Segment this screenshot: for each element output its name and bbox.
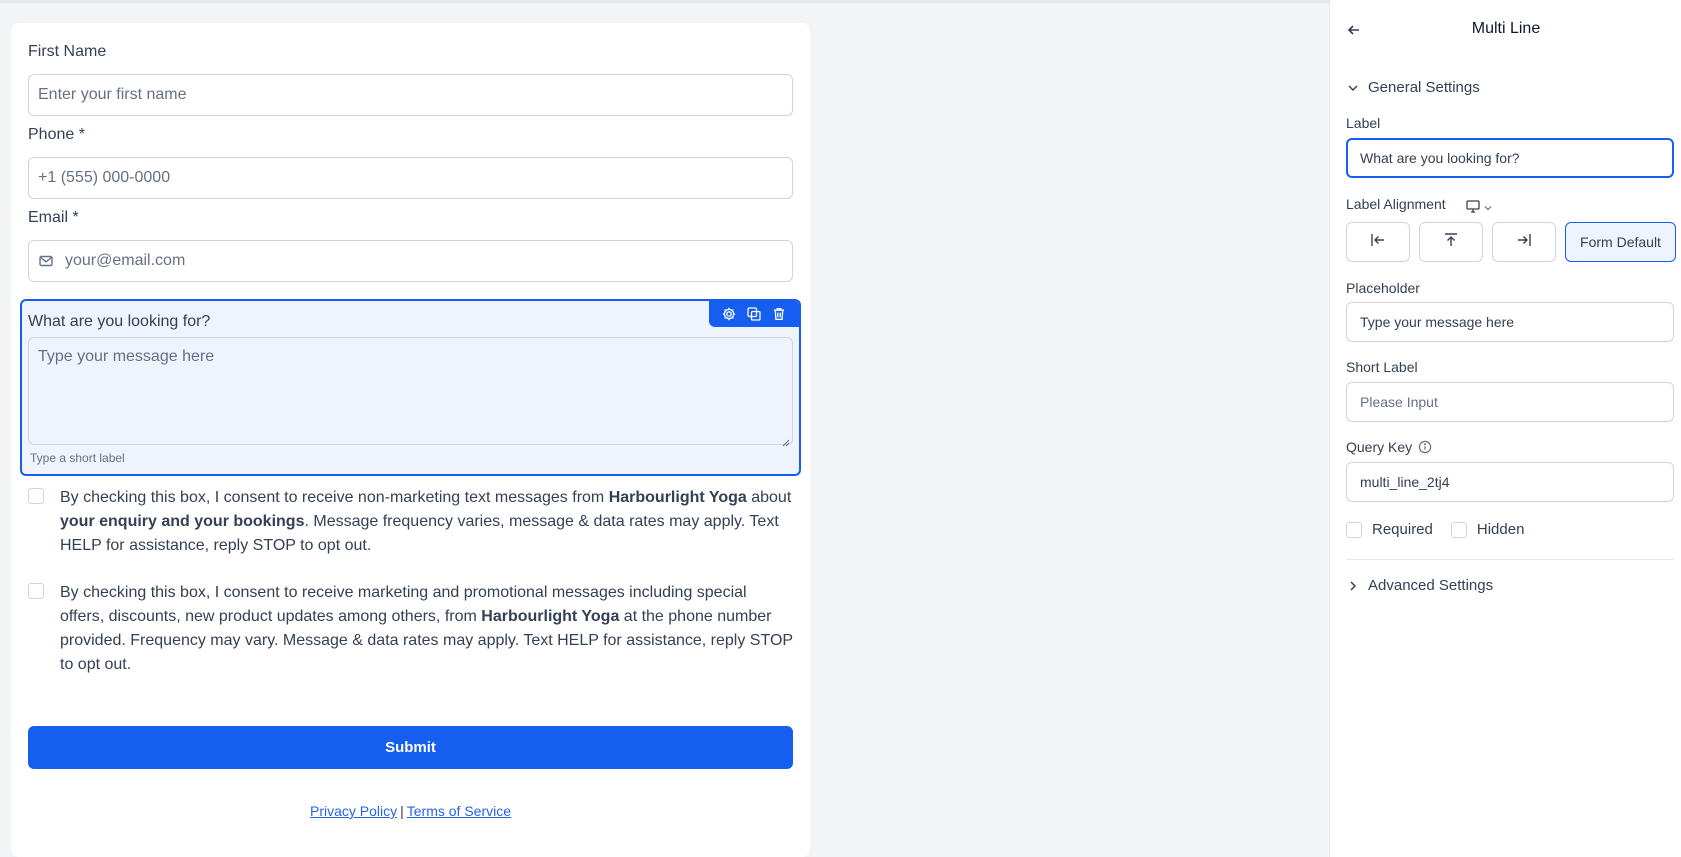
query-key-label: Query Key <box>1346 439 1413 455</box>
placeholder-setting-input[interactable]: Type your message here <box>1346 302 1674 342</box>
align-left-button[interactable] <box>1346 222 1410 262</box>
terms-of-service-link[interactable]: Terms of Service <box>407 803 511 819</box>
consent-marketing: By checking this box, I consent to recei… <box>28 581 793 677</box>
field-toolbar <box>709 301 799 327</box>
duplicate-icon[interactable] <box>746 306 762 322</box>
align-right-icon <box>1515 231 1533 254</box>
privacy-policy-link[interactable]: Privacy Policy <box>310 803 397 819</box>
label-setting-label: Label <box>1346 115 1381 131</box>
footer-links: Privacy Policy | Terms of Service <box>11 803 810 819</box>
panel-title: Multi Line <box>1471 20 1541 37</box>
consent-non-marketing: By checking this box, I consent to recei… <box>28 486 793 558</box>
resize-handle-icon[interactable] <box>782 434 790 447</box>
hidden-checkbox[interactable] <box>1450 521 1467 538</box>
align-right-button[interactable] <box>1492 222 1556 262</box>
align-left-icon <box>1369 231 1387 254</box>
info-icon[interactable] <box>1418 440 1432 454</box>
short-label-hint: Type a short label <box>30 451 125 465</box>
consent-non-marketing-text: By checking this box, I consent to recei… <box>60 489 792 554</box>
query-key-label-row: Query Key <box>1346 439 1432 455</box>
label-setting-value: What are you looking for? <box>1360 150 1520 166</box>
required-option[interactable]: Required <box>1346 521 1433 538</box>
monitor-icon <box>1465 198 1481 219</box>
trash-icon[interactable] <box>771 306 787 322</box>
phone-input[interactable]: +1 (555) 000-0000 <box>28 157 793 199</box>
consent-non-marketing-checkbox[interactable] <box>28 488 44 504</box>
phone-field: Phone * +1 (555) 000-0000 <box>28 126 793 199</box>
multi-line-textarea[interactable]: Type your message here <box>28 337 793 447</box>
hidden-option[interactable]: Hidden <box>1450 521 1525 538</box>
gear-icon[interactable] <box>721 306 737 322</box>
email-input[interactable]: your@email.com <box>28 240 793 282</box>
align-top-button[interactable] <box>1419 222 1483 262</box>
label-alignment-options: Form Default <box>1346 222 1676 262</box>
advanced-settings-label: Advanced Settings <box>1368 577 1494 594</box>
short-label-setting-placeholder: Please Input <box>1360 394 1438 410</box>
label-alignment-label: Label Alignment <box>1346 196 1446 212</box>
first-name-input[interactable]: Enter your first name <box>28 74 793 116</box>
selected-multi-line-field[interactable]: What are you looking for? Type your mess… <box>20 299 801 476</box>
form-default-button[interactable]: Form Default <box>1565 222 1676 262</box>
advanced-settings-toggle[interactable]: Advanced Settings <box>1346 577 1493 594</box>
footer-separator: | <box>400 803 404 819</box>
phone-label: Phone * <box>28 126 85 143</box>
short-label-setting-label: Short Label <box>1346 359 1418 375</box>
field-flags: Required Hidden <box>1346 521 1524 538</box>
panel-divider <box>1346 559 1674 560</box>
panel-header: Multi Line <box>1330 18 1681 42</box>
placeholder-setting-label: Placeholder <box>1346 280 1420 296</box>
first-name-label: First Name <box>28 43 107 60</box>
query-key-value: multi_line_2tj4 <box>1360 474 1450 490</box>
required-label: Required <box>1372 521 1433 538</box>
chevron-right-icon <box>1346 579 1360 593</box>
general-settings-label: General Settings <box>1368 79 1480 96</box>
form-default-label: Form Default <box>1580 234 1661 250</box>
general-settings-toggle[interactable]: General Settings <box>1346 79 1480 96</box>
placeholder-setting-value: Type your message here <box>1360 314 1515 330</box>
submit-button[interactable]: Submit <box>28 726 793 769</box>
consent-marketing-checkbox[interactable] <box>28 583 44 599</box>
email-field: Email * your@email.com <box>28 209 793 282</box>
consent-marketing-text: By checking this box, I consent to recei… <box>60 584 793 673</box>
mail-icon <box>38 253 54 269</box>
field-settings-panel: Multi Line General Settings Label What a… <box>1329 0 1681 857</box>
label-setting-input[interactable]: What are you looking for? <box>1346 138 1674 178</box>
required-checkbox[interactable] <box>1346 521 1362 538</box>
align-top-icon <box>1442 231 1460 254</box>
query-key-input[interactable]: multi_line_2tj4 <box>1346 462 1674 502</box>
multi-line-label: What are you looking for? <box>28 313 211 330</box>
chevron-down-icon <box>1346 81 1360 95</box>
first-name-field: First Name Enter your first name <box>28 43 793 116</box>
multi-line-placeholder: Type your message here <box>38 348 215 365</box>
short-label-setting-input[interactable]: Please Input <box>1346 382 1674 422</box>
email-placeholder: your@email.com <box>65 252 186 269</box>
hidden-label: Hidden <box>1476 521 1525 538</box>
top-divider <box>0 0 1329 3</box>
chevron-down-icon <box>1483 200 1493 218</box>
email-label: Email * <box>28 209 79 226</box>
device-selector[interactable] <box>1465 198 1493 219</box>
first-name-placeholder: Enter your first name <box>38 86 187 103</box>
phone-placeholder: +1 (555) 000-0000 <box>38 169 171 186</box>
